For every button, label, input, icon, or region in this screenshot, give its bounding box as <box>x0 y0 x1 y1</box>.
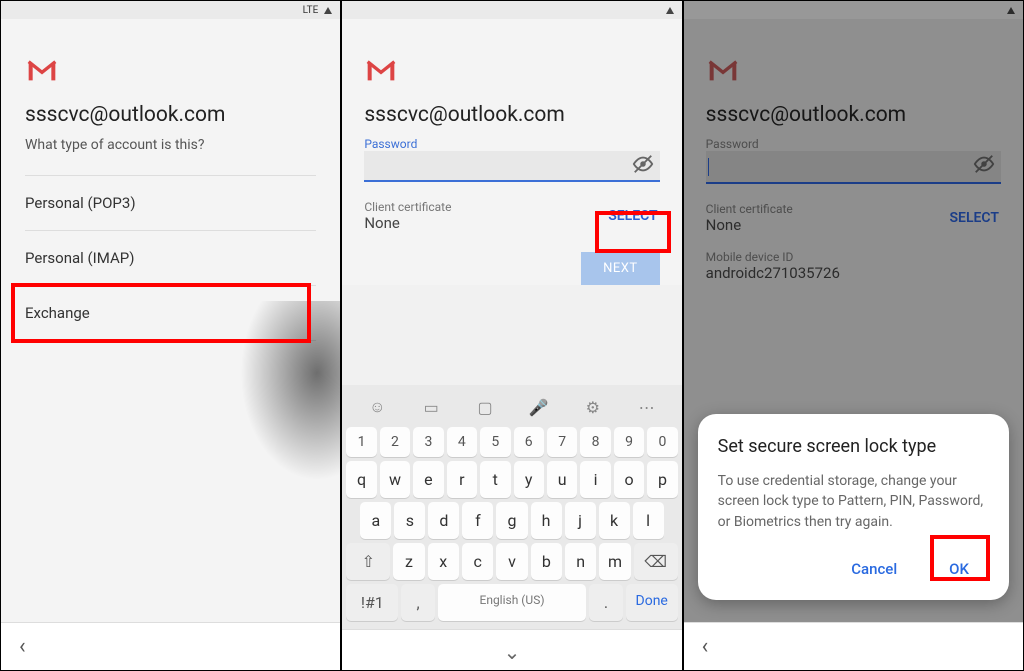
gmail-logo-icon <box>25 59 57 83</box>
key-l[interactable]: l <box>633 502 664 539</box>
gif-icon[interactable]: ▭ <box>420 397 442 417</box>
key-k[interactable]: k <box>599 502 630 539</box>
key-3[interactable]: 3 <box>413 427 443 457</box>
secure-lock-dialog: Set secure screen lock type To use crede… <box>698 414 1009 600</box>
key-symbols[interactable]: !#1 <box>346 584 398 621</box>
signal-icon <box>324 7 332 14</box>
key-j[interactable]: j <box>565 502 596 539</box>
phone-screen-2: ssscvc@outlook.com Password Client certi… <box>341 0 682 671</box>
key-shift[interactable]: ⇧ <box>346 543 390 580</box>
content-area: ssscvc@outlook.com Password Client certi… <box>342 19 681 285</box>
key-q[interactable]: q <box>346 461 376 498</box>
key-1[interactable]: 1 <box>346 427 376 457</box>
more-icon[interactable]: ⋯ <box>636 397 658 417</box>
key-2[interactable]: 2 <box>380 427 410 457</box>
key-9[interactable]: 9 <box>614 427 644 457</box>
key-backspace[interactable]: ⌫ <box>634 543 678 580</box>
key-comma[interactable]: , <box>401 584 434 621</box>
key-t[interactable]: t <box>480 461 510 498</box>
key-7[interactable]: 7 <box>547 427 577 457</box>
settings-icon[interactable]: ⚙ <box>582 397 604 417</box>
key-s[interactable]: s <box>394 502 425 539</box>
key-8[interactable]: 8 <box>580 427 610 457</box>
password-input[interactable] <box>364 151 659 182</box>
key-4[interactable]: 4 <box>447 427 477 457</box>
visibility-toggle-icon[interactable] <box>632 153 654 175</box>
password-label: Password <box>364 137 659 151</box>
cancel-button[interactable]: Cancel <box>841 554 907 584</box>
ok-button[interactable]: OK <box>939 554 979 584</box>
dialog-body: To use credential storage, change your s… <box>718 471 989 532</box>
kb-row-2: a s d f g h j k l <box>346 502 677 539</box>
option-exchange[interactable]: Exchange <box>25 285 316 341</box>
key-6[interactable]: 6 <box>514 427 544 457</box>
key-r[interactable]: r <box>447 461 477 498</box>
voice-icon[interactable]: 🎤 <box>528 397 550 417</box>
account-email: ssscvc@outlook.com <box>25 103 316 127</box>
kb-row-4: !#1 , English (US) . Done <box>346 584 677 621</box>
emoji-icon[interactable]: ☺ <box>366 397 388 417</box>
key-o[interactable]: o <box>614 461 644 498</box>
key-b[interactable]: b <box>531 543 562 580</box>
key-e[interactable]: e <box>413 461 443 498</box>
key-c[interactable]: c <box>462 543 493 580</box>
status-bar: LTE <box>1 1 340 19</box>
back-icon[interactable]: ‹ <box>702 634 709 659</box>
key-v[interactable]: v <box>496 543 527 580</box>
content-area: ssscvc@outlook.com What type of account … <box>1 19 340 622</box>
key-0[interactable]: 0 <box>647 427 677 457</box>
client-certificate-row: Client certificate None SELECT <box>364 200 659 232</box>
key-g[interactable]: g <box>496 502 527 539</box>
option-imap[interactable]: Personal (IMAP) <box>25 230 316 285</box>
phone-screen-1: LTE ssscvc@outlook.com What type of acco… <box>0 0 341 671</box>
key-n[interactable]: n <box>565 543 596 580</box>
keyboard-toolbar: ☺ ▭ ▢ 🎤 ⚙ ⋯ <box>346 391 677 427</box>
select-button[interactable]: SELECT <box>606 202 659 230</box>
key-y[interactable]: y <box>514 461 544 498</box>
key-m[interactable]: m <box>599 543 630 580</box>
dialog-title: Set secure screen lock type <box>718 436 989 457</box>
key-z[interactable]: z <box>393 543 424 580</box>
key-p[interactable]: p <box>647 461 677 498</box>
option-pop3[interactable]: Personal (POP3) <box>25 175 316 230</box>
key-5[interactable]: 5 <box>480 427 510 457</box>
key-u[interactable]: u <box>547 461 577 498</box>
key-done[interactable]: Done <box>626 584 678 621</box>
key-f[interactable]: f <box>462 502 493 539</box>
password-field: Password <box>364 137 659 182</box>
nav-bar: ‹ <box>684 622 1023 670</box>
account-email: ssscvc@outlook.com <box>364 103 659 127</box>
nav-bar: ‹ <box>1 622 340 670</box>
key-i[interactable]: i <box>580 461 610 498</box>
cert-label: Client certificate <box>364 200 451 214</box>
key-h[interactable]: h <box>531 502 562 539</box>
keyboard: ☺ ▭ ▢ 🎤 ⚙ ⋯ 1 2 3 4 5 6 7 8 9 0 q w e r … <box>342 385 681 629</box>
dialog-buttons: Cancel OK <box>718 550 989 588</box>
key-w[interactable]: w <box>380 461 410 498</box>
key-a[interactable]: a <box>360 502 391 539</box>
sticker-icon[interactable]: ▢ <box>474 397 496 417</box>
next-button[interactable]: NEXT <box>581 252 660 285</box>
key-space[interactable]: English (US) <box>438 584 587 621</box>
kb-row-3: ⇧ z x c v b n m ⌫ <box>346 543 677 580</box>
phone-screen-3: ssscvc@outlook.com Password Client certi… <box>683 0 1024 671</box>
collapse-keyboard-icon[interactable]: ⌄ <box>342 629 681 670</box>
account-type-question: What type of account is this? <box>25 137 316 153</box>
status-bar <box>342 1 681 19</box>
key-period[interactable]: . <box>589 584 622 621</box>
signal-icon <box>666 7 674 14</box>
kb-row-numbers: 1 2 3 4 5 6 7 8 9 0 <box>346 427 677 457</box>
back-icon[interactable]: ‹ <box>19 634 26 659</box>
kb-row-1: q w e r t y u i o p <box>346 461 677 498</box>
key-d[interactable]: d <box>428 502 459 539</box>
key-x[interactable]: x <box>428 543 459 580</box>
gmail-logo-icon <box>364 59 396 83</box>
carrier-label: LTE <box>303 5 319 16</box>
cert-value: None <box>364 214 451 232</box>
